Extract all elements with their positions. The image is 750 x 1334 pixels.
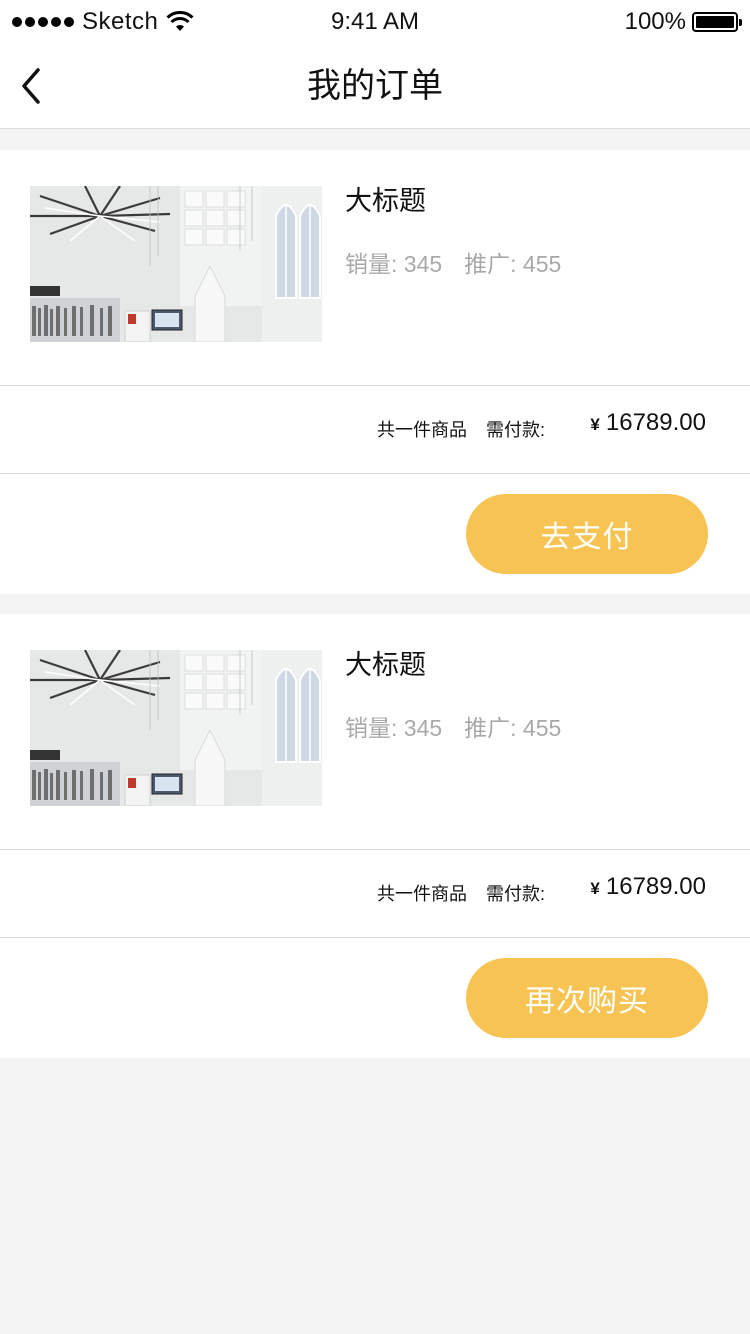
product-stats: 销量: 345 推广: 455 [345,248,561,280]
product-image[interactable] [30,650,322,806]
status-right: 100% [624,8,742,36]
payment-label: 需付款: [486,420,546,440]
product-title: 大标题 [345,186,426,216]
order-actions: 去支付 [0,474,750,594]
product-image[interactable] [30,186,322,342]
order-actions: 再次购买 [0,938,750,1058]
sales-count: 销量: 345 [345,715,443,741]
order-summary: 共一件商品 需付款: ¥16789.00 [0,850,750,938]
status-bar: Sketch 9:41 AM 100% [0,0,750,44]
product-row[interactable]: 大标题 销量: 345 推广: 455 [0,150,750,386]
currency-symbol: ¥ [590,415,600,434]
interior-hall-photo [30,650,322,806]
promotion-count: 推广: 455 [464,251,562,277]
promotion-count: 推广: 455 [464,715,562,741]
item-count: 共一件商品 [377,884,467,904]
battery-icon [692,12,742,32]
page-title: 我的订单 [307,67,443,105]
item-count: 共一件商品 [377,420,467,440]
interior-hall-photo [30,186,322,342]
order-total: ¥16789.00 [590,406,706,442]
payment-label: 需付款: [486,884,546,904]
pay-now-button[interactable]: 去支付 [466,494,708,574]
order-amount: 16789.00 [605,409,706,436]
navigation-bar: 我的订单 [0,44,750,129]
currency-symbol: ¥ [590,879,600,898]
order-summary: 共一件商品 需付款: ¥16789.00 [0,386,750,474]
sales-count: 销量: 345 [345,251,443,277]
order-card: 大标题 销量: 345 推广: 455 共一件商品 需付款: ¥16789.00 … [0,614,750,1058]
order-amount: 16789.00 [605,873,706,900]
product-row[interactable]: 大标题 销量: 345 推广: 455 [0,614,750,850]
order-card: 大标题 销量: 345 推广: 455 共一件商品 需付款: ¥16789.00 … [0,150,750,594]
product-title: 大标题 [345,650,426,680]
battery-percentage: 100% [624,8,686,35]
buy-again-button[interactable]: 再次购买 [466,958,708,1038]
product-stats: 销量: 345 推广: 455 [345,712,561,744]
order-total: ¥16789.00 [590,870,706,906]
